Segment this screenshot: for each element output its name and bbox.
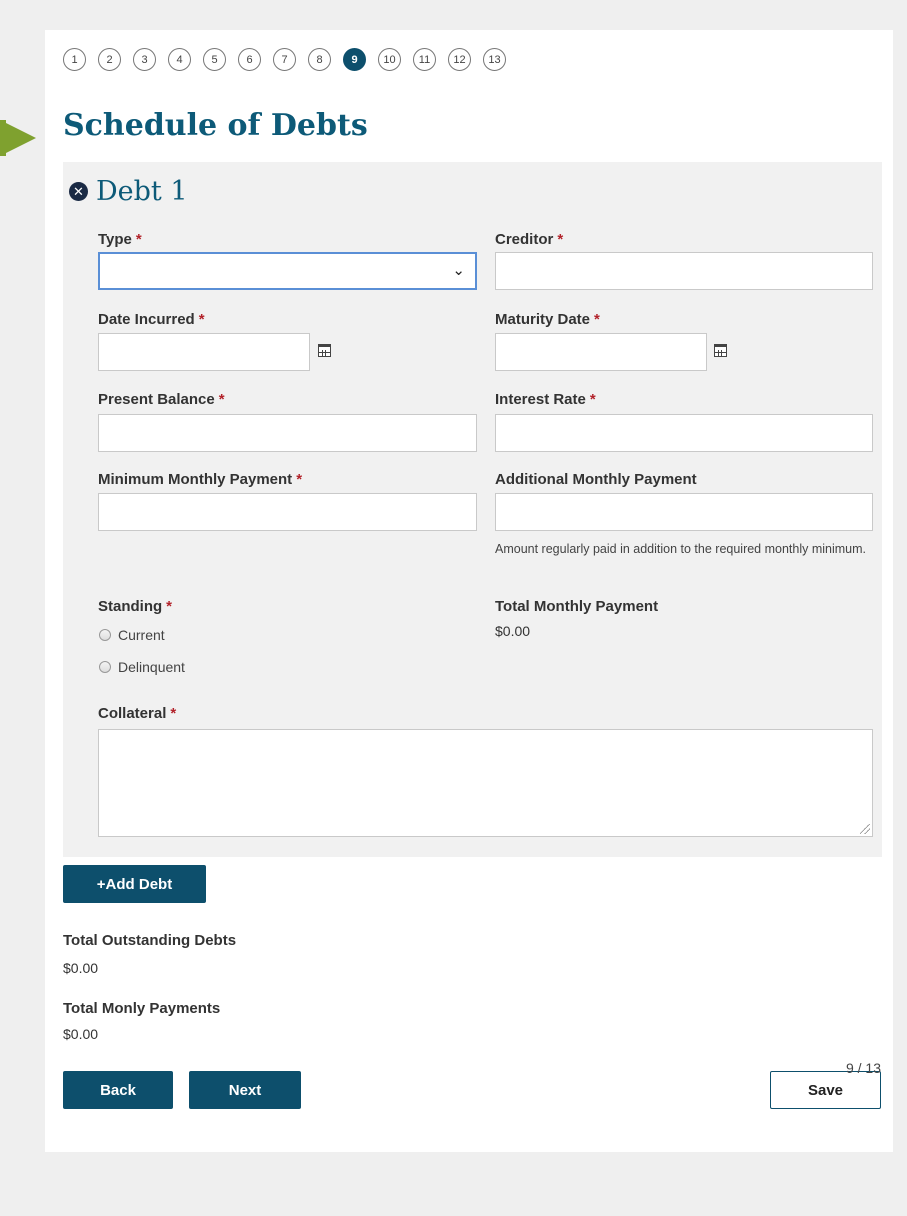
debt-header: ✕ Debt 1 (69, 176, 188, 207)
standing-label: Standing * (98, 598, 173, 615)
step-9-current[interactable]: 9 (343, 48, 366, 71)
date-incurred-label: Date Incurred * (98, 311, 205, 328)
step-6[interactable]: 6 (238, 48, 261, 71)
maturity-date-input[interactable] (495, 333, 707, 371)
total-monthly-payments-value: $0.00 (63, 1026, 99, 1042)
step-12[interactable]: 12 (448, 48, 471, 71)
standing-option-label: Delinquent (118, 659, 185, 675)
resize-handle-icon[interactable] (860, 824, 870, 834)
maturity-date-label: Maturity Date * (495, 311, 600, 328)
page-counter: 9 / 13 (845, 1060, 881, 1076)
step-2[interactable]: 2 (98, 48, 121, 71)
date-incurred-input[interactable] (98, 333, 310, 371)
standing-option-current[interactable]: Current (99, 627, 165, 643)
step-7[interactable]: 7 (273, 48, 296, 71)
collateral-label: Collateral * (98, 705, 177, 722)
interest-rate-label: Interest Rate * (495, 391, 596, 408)
type-label: Type * (98, 231, 142, 248)
interest-rate-input[interactable] (495, 414, 873, 452)
present-balance-label: Present Balance * (98, 391, 225, 408)
page-title: Schedule of Debts (63, 108, 368, 143)
standing-option-label: Current (118, 627, 165, 643)
radio-button[interactable] (99, 629, 111, 641)
additional-monthly-payment-input[interactable] (495, 493, 873, 531)
standing-option-delinquent[interactable]: Delinquent (99, 659, 185, 675)
back-button[interactable]: Back (63, 1071, 173, 1109)
chevron-down-icon: ⌄ (452, 262, 465, 279)
next-button[interactable]: Next (189, 1071, 301, 1109)
creditor-label: Creditor * (495, 231, 564, 248)
step-10[interactable]: 10 (378, 48, 401, 71)
step-13[interactable]: 13 (483, 48, 506, 71)
creditor-input[interactable] (495, 252, 873, 290)
calendar-icon[interactable] (714, 344, 727, 357)
minimum-monthly-payment-label: Minimum Monthly Payment * (98, 471, 303, 488)
debt-panel: ✕ Debt 1 Type * ⌄ Creditor * Date Incurred… (63, 162, 882, 857)
remove-debt-icon[interactable]: ✕ (69, 182, 88, 201)
add-debt-button[interactable]: +Add Debt (63, 865, 206, 903)
debt-title: Debt 1 (96, 176, 188, 207)
total-monthly-payment-label: Total Monthly Payment (495, 598, 659, 615)
type-select[interactable]: ⌄ (98, 252, 477, 290)
minimum-monthly-payment-input[interactable] (98, 493, 477, 531)
total-outstanding-debts-label: Total Outstanding Debts (63, 932, 237, 949)
step-5[interactable]: 5 (203, 48, 226, 71)
step-11[interactable]: 11 (413, 48, 436, 71)
radio-button[interactable] (99, 661, 111, 673)
total-outstanding-debts-value: $0.00 (63, 960, 99, 976)
step-3[interactable]: 3 (133, 48, 156, 71)
additional-monthly-payment-label: Additional Monthly Payment (495, 471, 697, 488)
calendar-icon[interactable] (318, 344, 331, 357)
present-balance-input[interactable] (98, 414, 477, 452)
step-indicator: 1 2 3 4 5 6 7 8 9 10 11 12 13 (63, 48, 506, 71)
total-monthly-payments-label: Total Monly Payments (63, 1000, 221, 1017)
form-card: 1 2 3 4 5 6 7 8 9 10 11 12 13 Schedule o… (45, 30, 893, 1152)
step-4[interactable]: 4 (168, 48, 191, 71)
save-button[interactable]: Save (770, 1071, 881, 1109)
additional-payment-hint: Amount regularly paid in addition to the… (495, 542, 867, 556)
total-monthly-payment-value: $0.00 (495, 623, 531, 639)
pointer-arrow-icon (0, 120, 36, 156)
collateral-textarea[interactable] (98, 729, 873, 837)
step-8[interactable]: 8 (308, 48, 331, 71)
step-1[interactable]: 1 (63, 48, 86, 71)
